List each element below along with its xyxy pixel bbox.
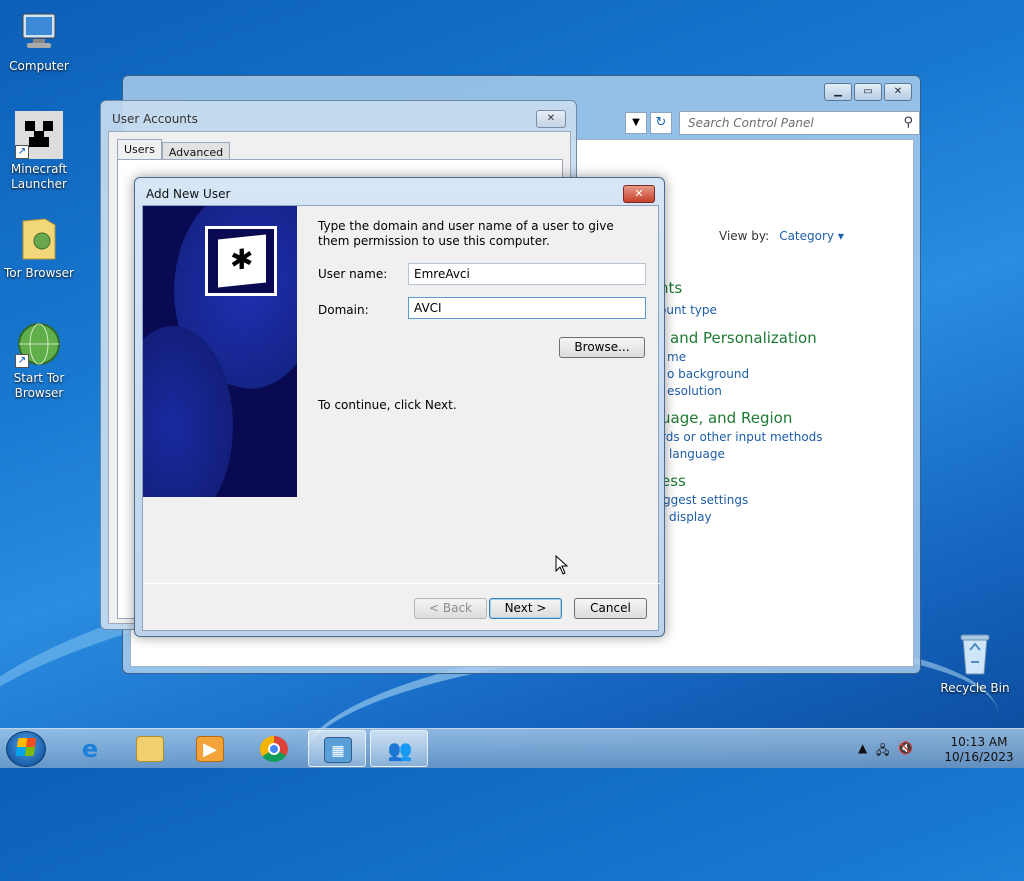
refresh-button[interactable]: ↻ <box>650 112 672 134</box>
desktop-icon-label: Minecraft Launcher <box>10 162 68 191</box>
dialog-body: ✱ Type the domain and user name of a use… <box>142 205 660 631</box>
folder-icon <box>15 215 63 263</box>
shortcut-arrow-icon: ↗ <box>15 145 29 159</box>
maximize-button[interactable]: ▭ <box>854 83 882 101</box>
desktop-icon-computer[interactable]: Computer <box>3 8 75 74</box>
minimize-button[interactable]: ▁ <box>824 83 852 101</box>
taskbar-file-explorer[interactable] <box>121 730 179 767</box>
search-placeholder: Search Control Panel <box>688 116 814 130</box>
instruction-text: Type the domain and user name of a user … <box>318 219 614 248</box>
username-field[interactable] <box>408 263 646 285</box>
domain-label: Domain: <box>318 303 369 317</box>
folder-icon <box>136 736 164 762</box>
username-label: User name: <box>318 267 388 281</box>
view-by-label: View by: <box>719 229 770 243</box>
search-input[interactable]: Search Control Panel ⚲ <box>679 111 920 135</box>
category-appearance[interactable]: and Personalization <box>670 329 817 347</box>
minecraft-creeper-icon: ↗ <box>15 111 63 159</box>
system-tray: ▲ 🖧 🔇 10:13 AM 10/16/2023 <box>844 733 1014 765</box>
desktop-icon-label: Recycle Bin <box>940 681 1010 695</box>
desktop-icon-recycle-bin[interactable]: Recycle Bin <box>939 630 1011 696</box>
desktop-icon-label: Start Tor Browser <box>13 371 65 400</box>
category-link[interactable]: esolution <box>667 384 722 398</box>
network-icon[interactable]: 🖧 <box>876 741 889 762</box>
add-new-user-dialog: Add New User ✕ ✱ Type the domain and use… <box>134 177 665 637</box>
category-link[interactable]: display <box>669 510 712 524</box>
dialog-title: Add New User <box>146 187 231 201</box>
tor-globe-icon: ↗ <box>15 320 63 368</box>
taskbar-media-player[interactable]: ▶ <box>181 730 239 767</box>
window-controls: ▁ ▭ ✕ <box>824 83 912 101</box>
continue-text: To continue, click Next. <box>318 398 457 412</box>
mouse-cursor-icon <box>555 555 569 575</box>
user-accounts-logo-icon: ✱ <box>205 226 277 296</box>
desktop-icon-start-tor[interactable]: ↗ Start Tor Browser <box>3 320 75 401</box>
control-panel-icon: ▦ <box>324 737 352 763</box>
taskbar-control-panel[interactable]: ▦ <box>308 730 366 767</box>
desktop-icon-tor-browser[interactable]: Tor Browser <box>3 215 75 281</box>
start-button[interactable] <box>6 731 46 767</box>
users-icon: 👥 <box>387 738 413 762</box>
search-icon[interactable]: ⚲ <box>903 115 913 130</box>
shortcut-arrow-icon: ↗ <box>15 354 29 368</box>
category-link[interactable]: ount type <box>659 303 717 317</box>
next-button[interactable]: Next > <box>489 598 562 619</box>
view-by: View by: Category ▾ <box>719 229 844 243</box>
close-button[interactable]: ✕ <box>623 185 655 203</box>
taskbar: e ▶ ▦ 👥 ▲ 🖧 🔇 10:13 AM 10/16/2023 <box>0 728 1024 768</box>
category-clock-language[interactable]: uage, and Region <box>661 409 792 427</box>
category-link[interactable]: o background <box>667 367 749 381</box>
taskbar-chrome[interactable] <box>245 730 303 767</box>
recycle-bin-icon <box>951 630 999 678</box>
internet-explorer-icon: e <box>81 735 99 763</box>
address-dropdown-button[interactable]: ▼ <box>625 112 647 134</box>
view-by-dropdown[interactable]: Category ▾ <box>779 229 844 243</box>
category-link[interactable]: rds or other input methods <box>661 430 823 444</box>
close-button[interactable]: ✕ <box>884 83 912 101</box>
category-link[interactable]: me <box>667 350 686 364</box>
desktop-icon-minecraft[interactable]: ↗ Minecraft Launcher <box>3 111 75 192</box>
category-link[interactable]: ggest settings <box>663 493 748 507</box>
media-player-icon: ▶ <box>196 736 224 762</box>
desktop-icon-label: Computer <box>9 59 69 73</box>
window-title: User Accounts <box>112 112 198 126</box>
clock[interactable]: 10:13 AM 10/16/2023 <box>944 735 1014 765</box>
show-hidden-icons-icon[interactable]: ▲ <box>858 741 867 755</box>
domain-field[interactable] <box>408 297 646 319</box>
close-button[interactable]: ✕ <box>536 110 566 128</box>
clock-date: 10/16/2023 <box>944 750 1014 764</box>
computer-icon <box>15 8 63 56</box>
clock-time: 10:13 AM <box>950 735 1008 749</box>
desktop-icon-label: Tor Browser <box>3 266 74 280</box>
volume-muted-icon[interactable]: 🔇 <box>898 741 913 755</box>
taskbar-user-accounts[interactable]: 👥 <box>370 730 428 767</box>
divider <box>143 583 660 584</box>
cancel-button[interactable]: Cancel <box>574 598 647 619</box>
taskbar-internet-explorer[interactable]: e <box>61 730 119 767</box>
back-button[interactable]: < Back <box>414 598 487 619</box>
category-link[interactable]: language <box>669 447 725 461</box>
wizard-banner: ✱ <box>143 206 297 497</box>
browse-button[interactable]: Browse... <box>559 337 645 358</box>
chrome-icon <box>260 736 288 762</box>
windows-logo-icon <box>15 738 37 756</box>
